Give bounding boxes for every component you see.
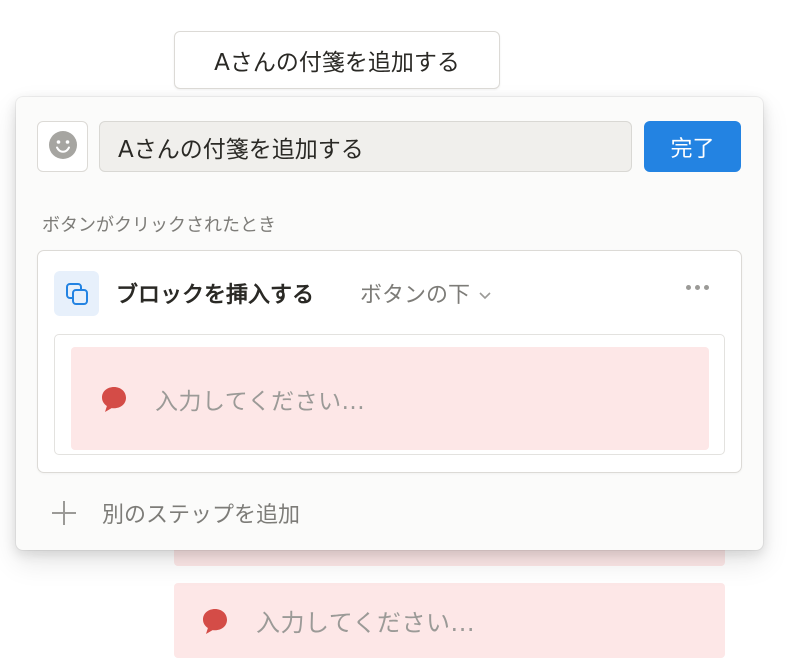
callout-placeholder: 入力してください... (155, 388, 366, 415)
trigger-section-label: ボタンがクリックされたとき (42, 215, 276, 236)
add-step-button[interactable]: 別のステップを追加 (52, 497, 300, 529)
template-callout[interactable]: 入力してください... (71, 347, 709, 450)
chevron-down-icon (478, 281, 492, 306)
background-callout[interactable]: 入力してください... (174, 583, 725, 658)
speech-bubble-icon (99, 384, 129, 414)
plus-icon (52, 501, 76, 525)
duplicate-block-icon (54, 271, 99, 316)
done-button[interactable]: 完了 (644, 121, 741, 172)
callout-placeholder: 入力してください... (256, 609, 475, 637)
sticky-note-button-label: Aさんの付箋を追加する (214, 50, 460, 76)
more-options-icon[interactable] (686, 285, 709, 290)
block-template-area: 入力してください... (54, 334, 725, 455)
step-action-label: ブロックを挿入する (116, 283, 315, 308)
button-settings-popover: Aさんの付箋を追加する 完了 ボタンがクリックされたとき ブロックを挿入する ボ… (16, 97, 763, 550)
insert-position-dropdown[interactable]: ボタンの下 (360, 277, 492, 309)
add-step-label: 別のステップを追加 (102, 503, 301, 528)
done-button-label: 完了 (670, 136, 715, 162)
button-name-value: Aさんの付箋を追加する (118, 136, 364, 163)
speech-bubble-icon (200, 606, 230, 636)
emoji-picker-button[interactable] (37, 121, 88, 172)
button-name-input[interactable]: Aさんの付箋を追加する (99, 121, 632, 172)
insert-position-value: ボタンの下 (360, 283, 471, 308)
sticky-note-button[interactable]: Aさんの付箋を追加する (174, 31, 500, 89)
smiley-face-icon (47, 129, 79, 165)
insert-block-step: ブロックを挿入する ボタンの下 入力してください... (37, 250, 742, 473)
